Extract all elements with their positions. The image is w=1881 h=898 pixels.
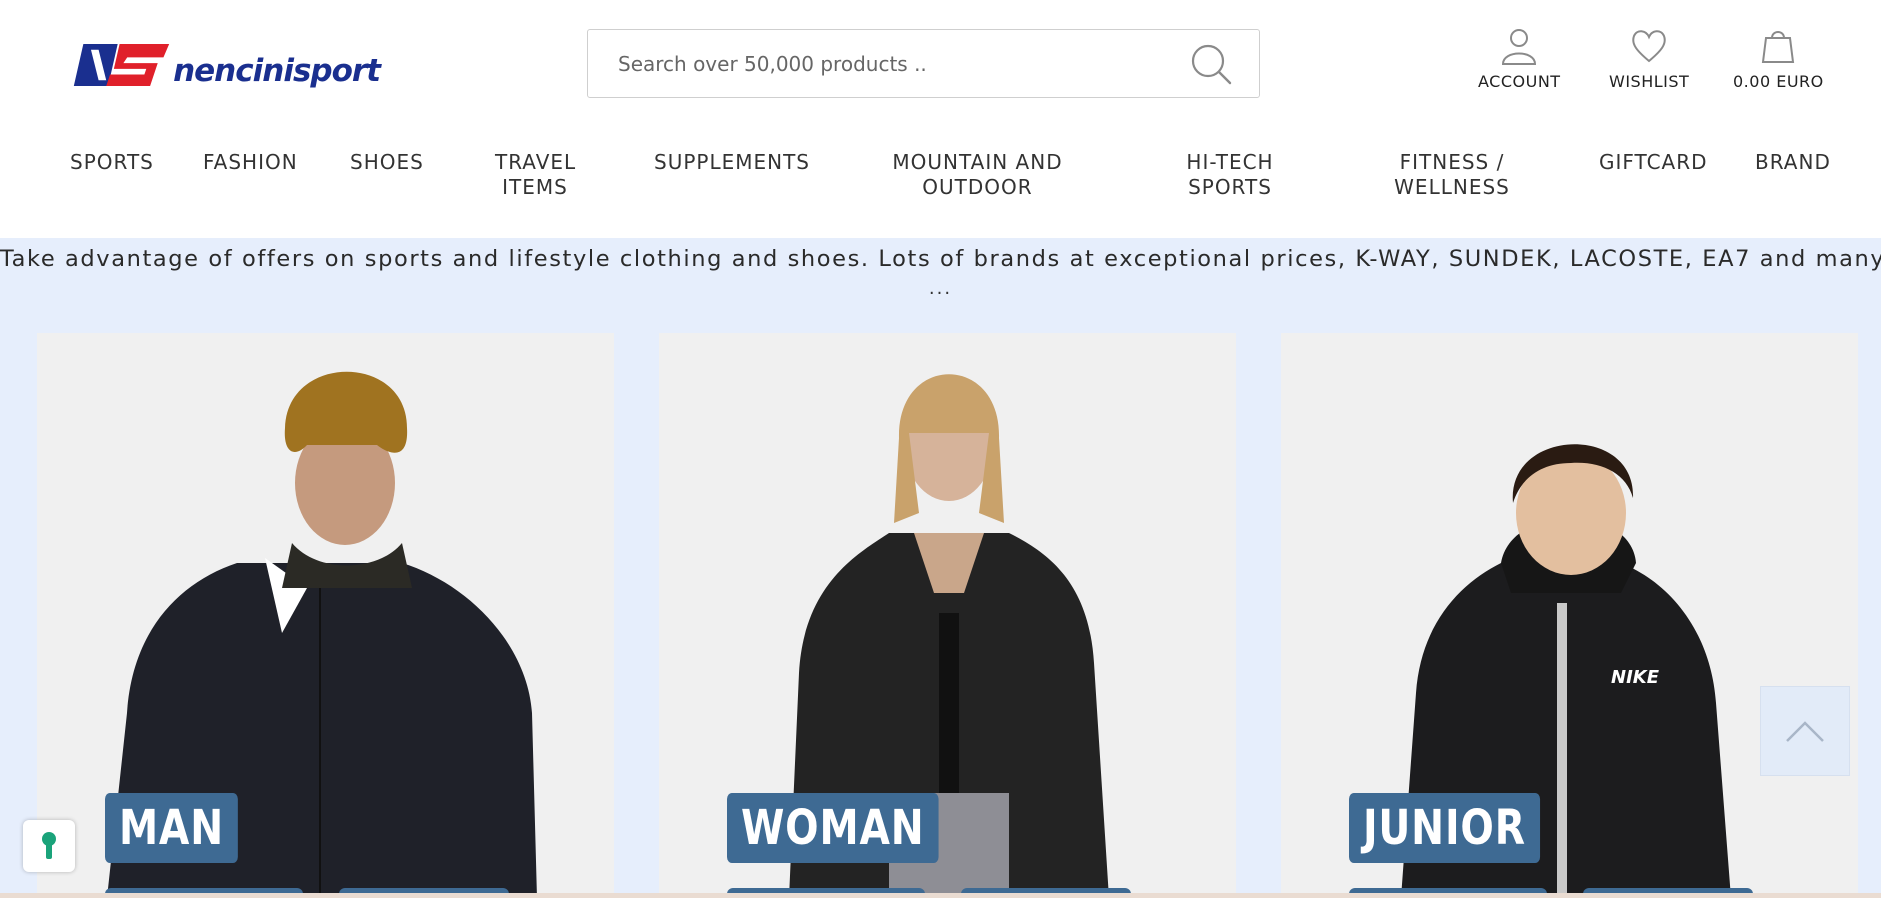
- account-link[interactable]: ACCOUNT: [1478, 26, 1561, 91]
- cookie-settings-button[interactable]: [23, 820, 75, 872]
- wishlist-label: WISHLIST: [1609, 72, 1690, 91]
- promo-read-more[interactable]: ...: [0, 278, 1881, 299]
- nav-item-travel-items[interactable]: TRAVEL ITEMS: [495, 150, 575, 200]
- cart-total: 0.00 EURO: [1733, 72, 1824, 91]
- category-card-junior[interactable]: NIKE JUNIOR: [1281, 333, 1858, 898]
- cart-link[interactable]: 0.00 EURO: [1733, 26, 1824, 91]
- logo-text: nencinisport: [173, 53, 381, 89]
- account-label: ACCOUNT: [1478, 72, 1561, 91]
- heart-icon: [1632, 30, 1666, 63]
- main-nav: SPORTS FASHION SHOES TRAVEL ITEMS SUPPLE…: [0, 150, 1881, 210]
- logo-mark: [73, 44, 170, 86]
- search-bar: [587, 29, 1260, 98]
- shopping-bag-icon: [1762, 31, 1795, 63]
- category-label-man: MAN: [105, 793, 238, 863]
- nav-item-supplements[interactable]: SUPPLEMENTS: [654, 150, 810, 175]
- search-icon[interactable]: [1189, 42, 1233, 86]
- site-logo[interactable]: nencinisport: [70, 36, 381, 94]
- nav-item-fitness-wellness[interactable]: FITNESS / WELLNESS: [1392, 150, 1512, 200]
- page-bottom-divider: [0, 893, 1881, 898]
- chevron-up-icon: [1786, 721, 1824, 742]
- search-input[interactable]: [588, 29, 1189, 98]
- category-label-junior: JUNIOR: [1349, 793, 1540, 863]
- nav-item-brand[interactable]: BRAND: [1755, 150, 1831, 175]
- category-card-man[interactable]: MAN: [37, 333, 614, 898]
- scroll-to-top-button[interactable]: [1760, 686, 1850, 776]
- nav-item-mountain-outdoor[interactable]: MOUNTAIN AND OUTDOOR: [890, 150, 1065, 200]
- category-card-woman[interactable]: WOMAN: [659, 333, 1236, 898]
- wishlist-link[interactable]: WISHLIST: [1609, 26, 1689, 91]
- svg-text:NIKE: NIKE: [1611, 667, 1660, 688]
- nav-item-sports[interactable]: SPORTS: [70, 150, 154, 175]
- nav-item-fashion[interactable]: FASHION: [203, 150, 298, 175]
- site-header: nencinisport ACCOUNT WISHLIST 0.00 EURO: [0, 0, 1881, 238]
- user-icon: [1502, 29, 1537, 65]
- promo-text: Take advantage of offers on sports and l…: [0, 246, 1881, 272]
- nav-item-hi-tech-sports[interactable]: HI-TECH SPORTS: [1180, 150, 1280, 200]
- keyhole-icon: [42, 832, 56, 859]
- nav-item-shoes[interactable]: SHOES: [350, 150, 424, 175]
- category-label-woman: WOMAN: [727, 793, 939, 863]
- nav-item-giftcard[interactable]: GIFTCARD: [1599, 150, 1708, 175]
